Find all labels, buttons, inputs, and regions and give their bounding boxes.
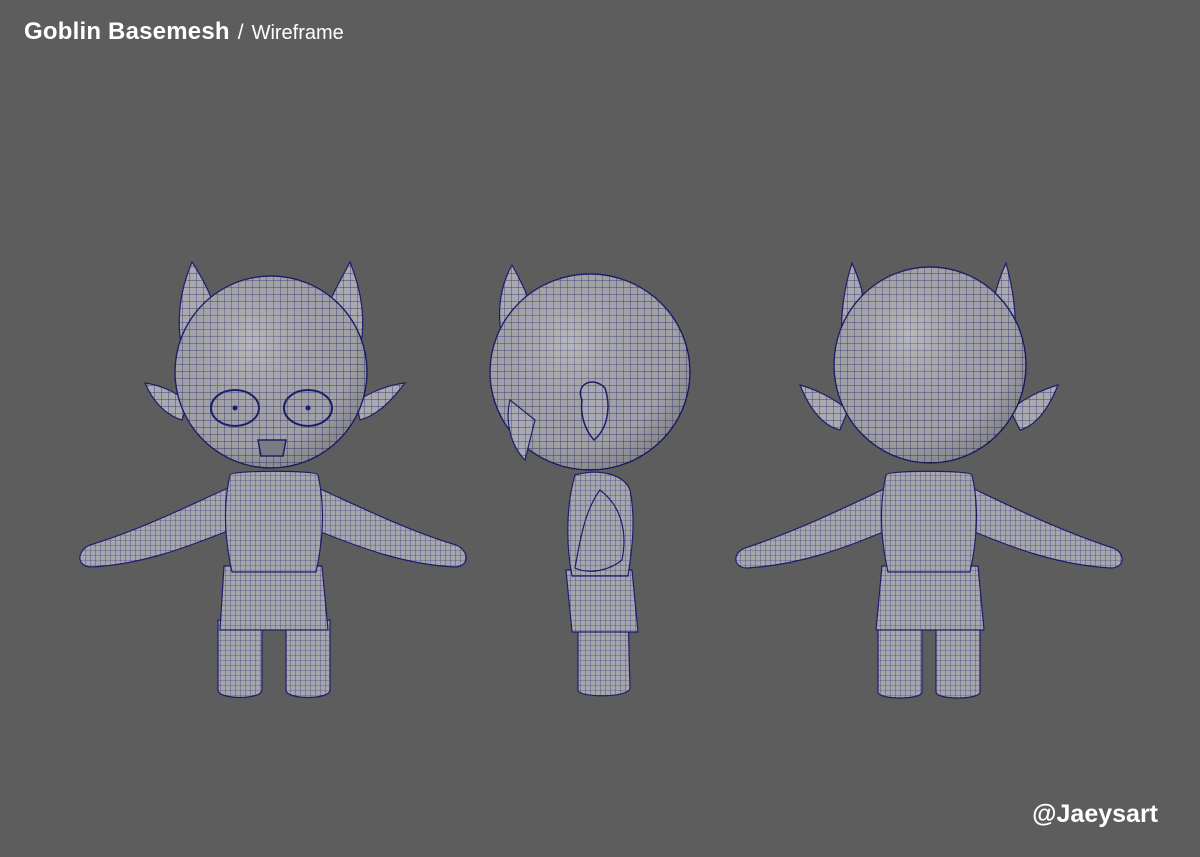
back-skirt (875, 565, 985, 631)
goblin-back-view (735, 261, 1123, 699)
title-subtitle: Wireframe (251, 22, 344, 44)
side-skirt (565, 569, 639, 633)
page-title: Goblin Basemesh / Wireframe (24, 18, 344, 46)
front-legs (217, 619, 331, 699)
title-main: Goblin Basemesh (24, 18, 230, 45)
artist-credit: @Jaeysart (1032, 800, 1158, 828)
back-torso (880, 470, 978, 573)
title-separator: / (237, 21, 244, 44)
goblin-front-view (79, 260, 467, 699)
front-mouth (257, 439, 287, 457)
back-legs (877, 619, 981, 699)
front-torso (224, 470, 324, 573)
goblin-side-view (489, 263, 691, 697)
model-viewport (79, 260, 1123, 699)
front-skirt (219, 565, 329, 631)
